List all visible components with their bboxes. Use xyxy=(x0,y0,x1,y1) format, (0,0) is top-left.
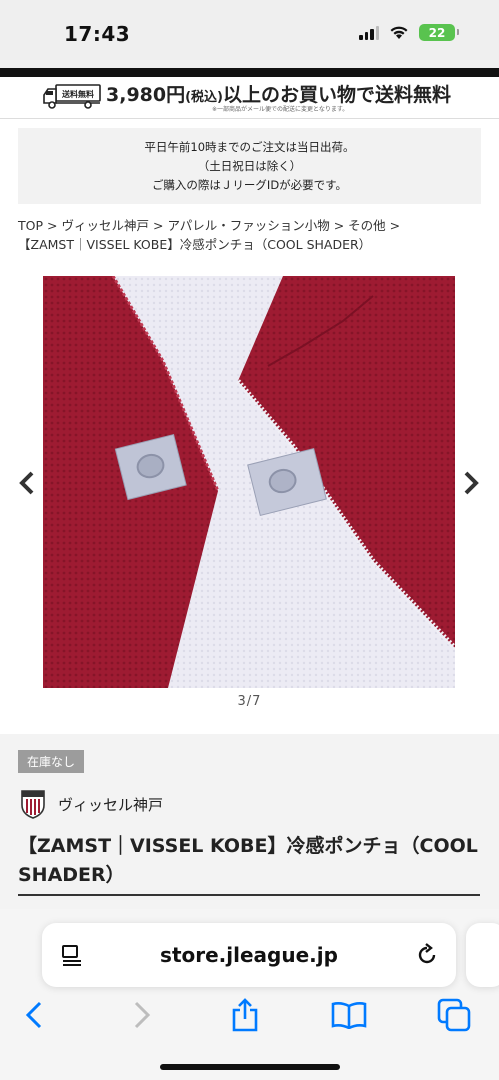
back-button[interactable] xyxy=(14,995,54,1035)
wifi-icon xyxy=(390,26,408,39)
notice-line: （土日祝日は除く） xyxy=(197,159,302,173)
status-time: 17:43 xyxy=(64,22,131,46)
shipping-tax: (税込) xyxy=(185,90,223,105)
bookmarks-button[interactable] xyxy=(329,995,369,1035)
breadcrumb-subcategory[interactable]: その他 xyxy=(348,218,386,233)
browser-toolbar: store.jleague.jp xyxy=(0,909,499,1080)
shipping-amount: 3,980円 xyxy=(106,84,186,106)
shipping-badge: 送料無料 xyxy=(61,89,94,99)
breadcrumb-separator: > xyxy=(389,218,401,233)
gallery-counter: 3/7 xyxy=(237,694,262,709)
breadcrumb-category[interactable]: アパレル・ファッション小物 xyxy=(167,218,329,233)
product-title: 【ZAMST｜VISSEL KOBE】冷感ポンチョ（COOL SHADER） xyxy=(18,835,478,886)
breadcrumb-separator: > xyxy=(47,218,58,233)
signal-icon xyxy=(359,25,379,40)
product-info: 在庫なし ヴィッセル神戸 【ZAMST｜VISSEL KOBE】冷感ポンチョ（C… xyxy=(0,734,499,909)
back-icon xyxy=(25,1001,42,1029)
shipping-banner[interactable]: 送料無料 3,980円(税込)以上のお買い物で送料無料 ※一部商品がメール便での… xyxy=(0,77,499,119)
share-button[interactable] xyxy=(225,995,265,1035)
next-tab-preview[interactable] xyxy=(466,923,499,987)
notice-line: 平日午前10時までのご注文は当日出荷。 xyxy=(144,140,355,154)
forward-icon xyxy=(134,1001,151,1029)
url-text[interactable]: store.jleague.jp xyxy=(42,943,456,967)
product-image[interactable] xyxy=(43,276,455,688)
status-bar: 17:43 22 xyxy=(0,0,499,68)
tabs-icon xyxy=(437,998,471,1032)
status-icons: 22 xyxy=(359,24,459,41)
truck-icon: 送料無料 xyxy=(43,84,101,109)
gallery-next-button[interactable] xyxy=(456,466,486,500)
club-logo-icon xyxy=(21,790,45,819)
shipping-text: 以上のお買い物で送料無料 xyxy=(223,84,452,106)
product-photo xyxy=(43,276,455,688)
bookmarks-icon xyxy=(331,1002,367,1029)
forward-button[interactable] xyxy=(122,995,162,1035)
breadcrumb-top[interactable]: TOP xyxy=(18,218,43,233)
club-name[interactable]: ヴィッセル神戸 xyxy=(58,794,163,815)
breadcrumb: TOP > ヴィッセル神戸 > アパレル・ファッション小物 > その他 > 【Z… xyxy=(18,216,488,254)
tabs-button[interactable] xyxy=(434,995,474,1035)
battery-icon: 22 xyxy=(419,24,459,41)
shipping-notice: 平日午前10時までのご注文は当日出荷。 （土日祝日は除く） ご購入の際はＪリーグ… xyxy=(18,128,481,204)
shipping-headline: 3,980円(税込)以上のお買い物で送料無料 xyxy=(106,80,451,107)
shipping-note: ※一部商品がメール便での配送に変更となります。 xyxy=(212,106,349,113)
share-icon xyxy=(232,998,258,1032)
title-divider xyxy=(18,894,480,896)
breadcrumb-club[interactable]: ヴィッセル神戸 xyxy=(61,218,149,233)
chevron-left-icon xyxy=(19,471,34,495)
site-header-band xyxy=(0,68,499,77)
breadcrumb-separator: > xyxy=(333,218,345,233)
stock-badge: 在庫なし xyxy=(18,750,85,773)
notice-line: ご購入の際はＪリーグIDが必要です。 xyxy=(151,178,348,192)
chevron-right-icon xyxy=(464,471,479,495)
home-indicator xyxy=(160,1064,340,1070)
reload-icon[interactable] xyxy=(414,942,440,968)
breadcrumb-separator: > xyxy=(152,218,164,233)
gallery-prev-button[interactable] xyxy=(12,466,42,500)
breadcrumb-current: 【ZAMST｜VISSEL KOBE】冷感ポンチョ（COOL SHADER） xyxy=(18,237,372,252)
address-bar[interactable]: store.jleague.jp xyxy=(42,923,456,987)
